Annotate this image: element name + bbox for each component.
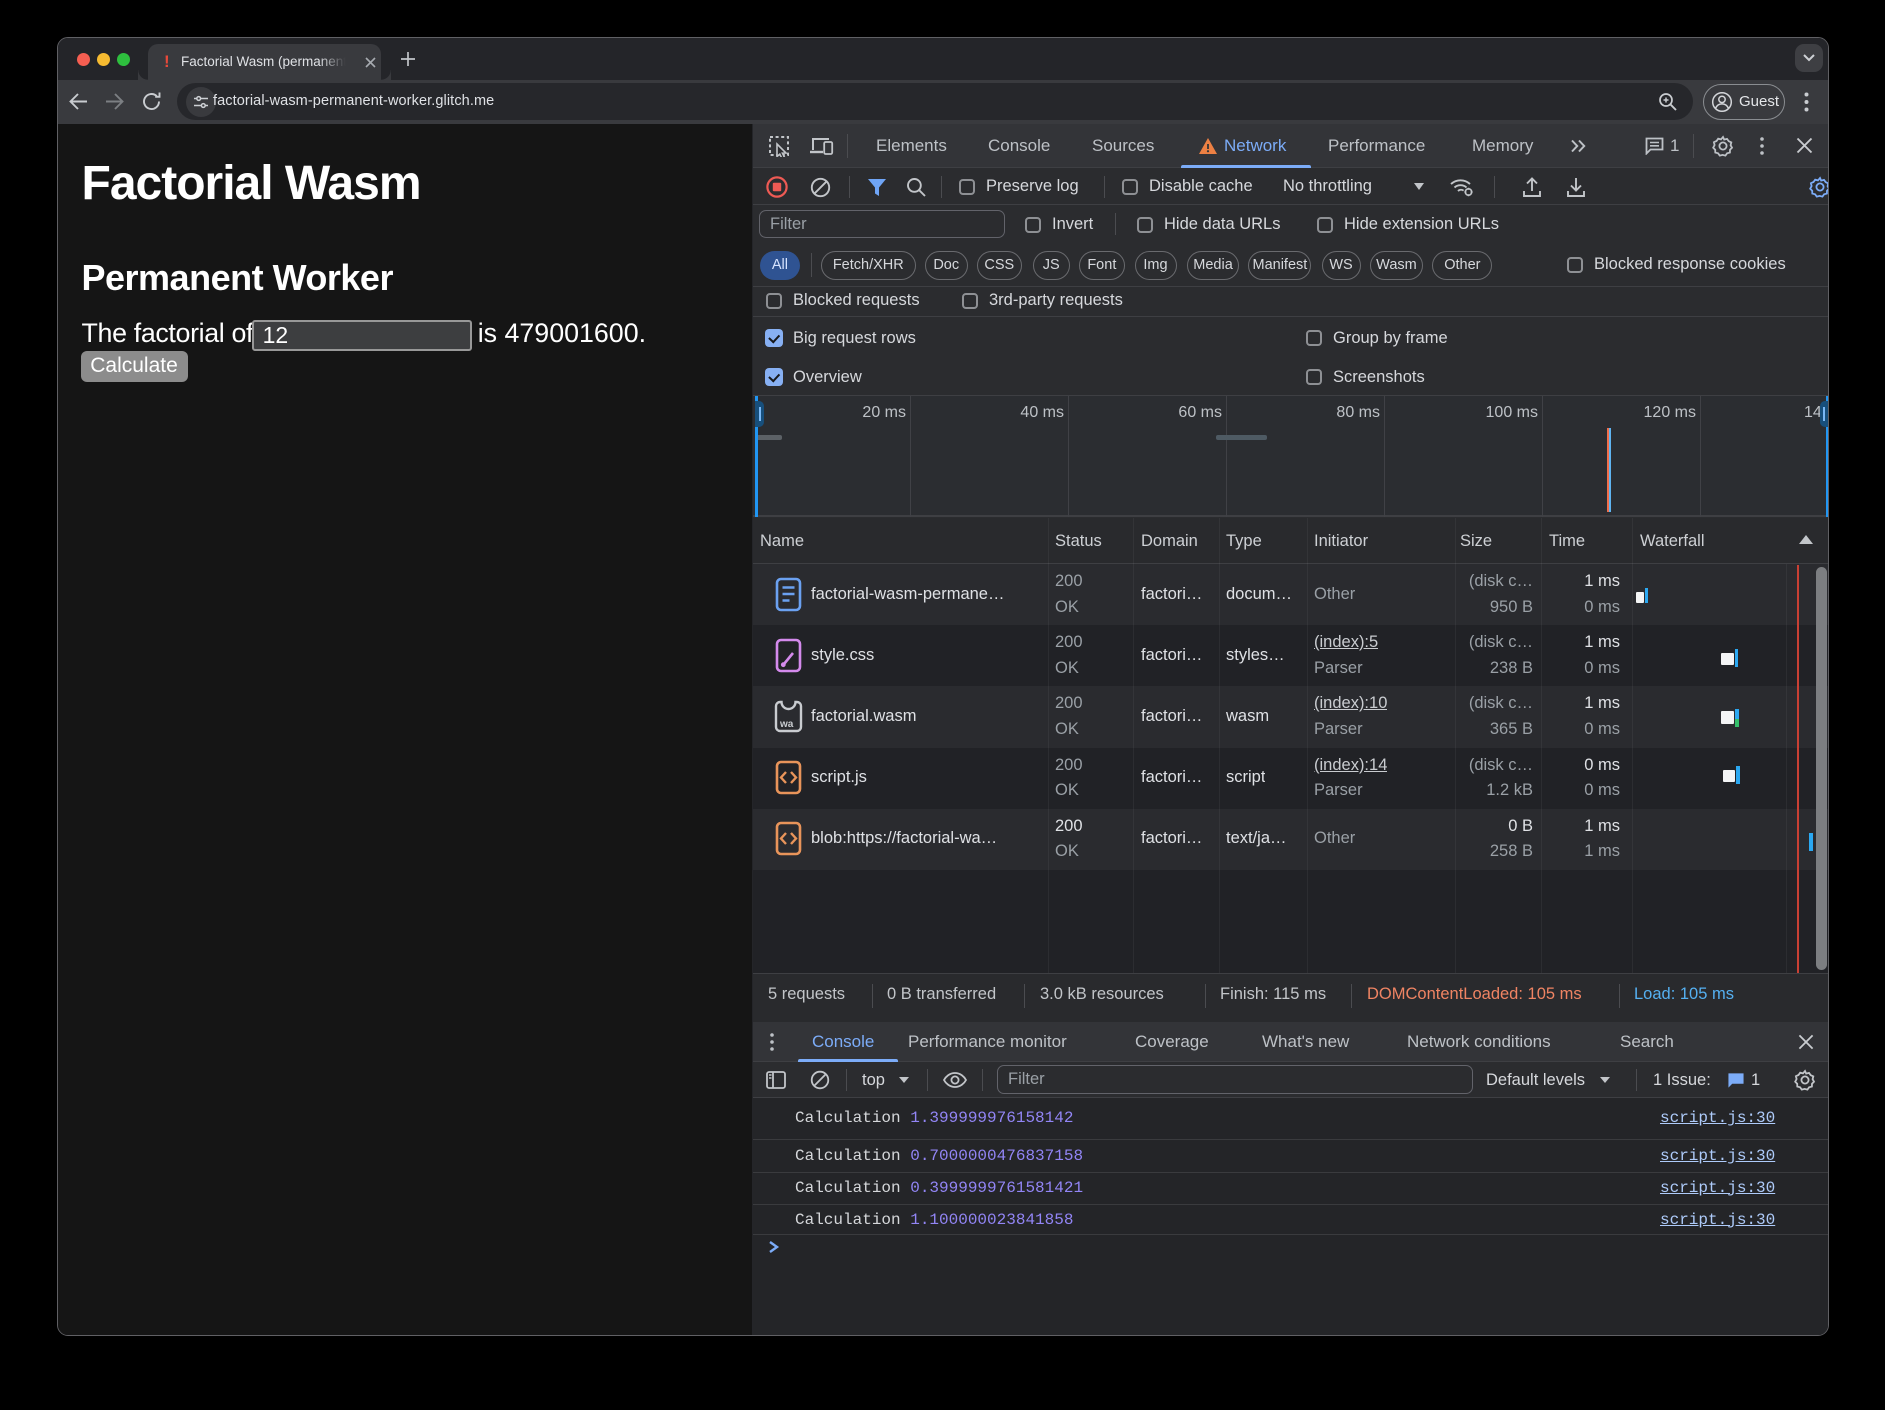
svg-text:wa: wa [779,719,794,730]
